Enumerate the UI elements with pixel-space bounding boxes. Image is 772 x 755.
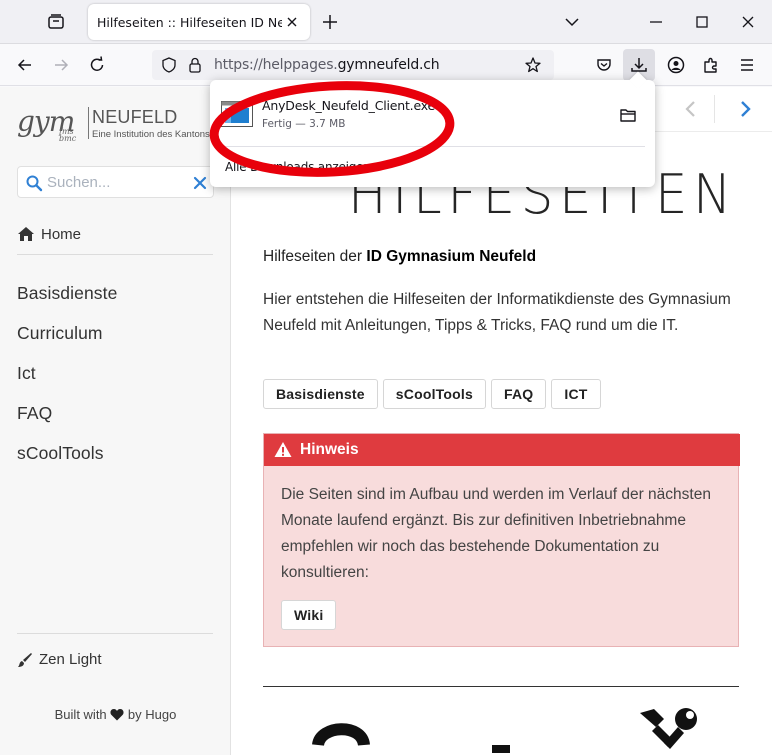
plus-icon[interactable] xyxy=(320,12,340,32)
basisdienste-button[interactable]: Basisdienste xyxy=(263,379,378,409)
built-prefix: Built with xyxy=(54,707,107,722)
tab-list-button[interactable] xyxy=(44,10,68,34)
panel-divider xyxy=(220,146,645,147)
window-close-icon[interactable] xyxy=(738,12,758,32)
sidebar-item-curriculum[interactable]: Curriculum xyxy=(17,322,117,362)
url-domain: gymneufeld.ch xyxy=(337,57,440,73)
minimize-icon[interactable] xyxy=(646,12,666,32)
shield-icon[interactable] xyxy=(160,56,178,74)
heart-icon xyxy=(110,709,124,721)
downloads-panel: AnyDesk_Neufeld_Client.exe Fertig — 3.7 … xyxy=(210,71,655,187)
ict-button[interactable]: ICT xyxy=(551,379,601,409)
tab-title: Hilfeseiten :: Hilfeseiten ID Neufeld xyxy=(97,15,282,30)
wiki-button[interactable]: Wiki xyxy=(281,600,337,630)
close-icon[interactable] xyxy=(284,14,300,30)
web-page: gym fms bmc NEUFELD Eine Institution des … xyxy=(0,87,772,755)
intro-prefix: Hilfeseiten der xyxy=(263,248,363,265)
quick-links: Basisdienste sCoolTools FAQ ICT xyxy=(263,379,601,409)
back-icon[interactable] xyxy=(15,55,35,75)
intro-text: Hilfeseiten der ID Gymnasium Neufeld xyxy=(263,248,536,266)
executable-file-icon xyxy=(221,101,253,127)
tools-icon xyxy=(640,708,697,749)
logo-name: NEUFELD xyxy=(92,107,178,127)
url-prefix: https://helppages. xyxy=(214,57,338,73)
account-icon[interactable] xyxy=(666,55,686,75)
description: Hier entstehen die Hilfeseiten der Infor… xyxy=(263,291,731,334)
paintbrush-icon xyxy=(18,652,32,667)
show-all-downloads[interactable]: Alle Downloads anzeigen xyxy=(225,160,371,174)
search-icon xyxy=(26,175,43,192)
search-box xyxy=(17,166,214,198)
built-suffix: by Hugo xyxy=(127,707,177,722)
forward-icon[interactable] xyxy=(51,55,71,75)
sidebar-item-scooltools[interactable]: sCoolTools xyxy=(17,442,117,482)
reload-icon[interactable] xyxy=(87,55,107,75)
theme-switch[interactable]: Zen Light xyxy=(17,651,102,668)
pager-divider xyxy=(714,95,715,123)
chevron-left-icon[interactable] xyxy=(680,98,702,120)
folder-icon[interactable] xyxy=(619,106,637,124)
download-status: Fertig — 3.7 MB xyxy=(262,118,346,130)
chevron-down-icon[interactable] xyxy=(562,12,582,32)
sidebar: gym fms bmc NEUFELD Eine Institution des … xyxy=(0,87,232,755)
clear-icon[interactable] xyxy=(193,176,207,190)
faq-button[interactable]: FAQ xyxy=(490,379,547,409)
pocket-icon[interactable] xyxy=(594,55,614,75)
sidebar-divider xyxy=(17,254,213,255)
scooltools-button[interactable]: sCoolTools xyxy=(382,379,486,409)
star-icon[interactable] xyxy=(524,56,542,74)
theme-label: Zen Light xyxy=(39,651,102,668)
logo-divider xyxy=(88,107,89,139)
sidebar-item-ict[interactable]: Ict xyxy=(17,362,117,402)
notice-box: Hinweis Die Seiten sind im Aufbau und we… xyxy=(263,433,740,647)
search-input[interactable] xyxy=(47,171,187,193)
home-icon xyxy=(18,227,34,241)
url-bar[interactable]: https://helppages.gymneufeld.ch xyxy=(152,50,554,80)
sidebar-menu: Basisdienste Curriculum Ict FAQ sCoolToo… xyxy=(17,282,117,482)
sidebar-item-basisdienste[interactable]: Basisdienste xyxy=(17,282,117,322)
menu-icon[interactable] xyxy=(737,55,757,75)
extensions-icon[interactable] xyxy=(701,55,721,75)
sidebar-divider xyxy=(17,633,213,634)
download-filename: AnyDesk_Neufeld_Client.exe xyxy=(262,98,436,113)
chevron-right-icon[interactable] xyxy=(734,98,756,120)
built-with: Built with by Hugo xyxy=(0,707,231,722)
intro-bold: ID Gymnasium Neufeld xyxy=(366,248,537,265)
dot-icon xyxy=(492,745,510,753)
maximize-icon[interactable] xyxy=(692,12,712,32)
warning-icon xyxy=(274,442,292,457)
sidebar-item-faq[interactable]: FAQ xyxy=(17,402,117,442)
download-item[interactable]: AnyDesk_Neufeld_Client.exe Fertig — 3.7 … xyxy=(216,90,649,140)
question-icon xyxy=(312,723,370,747)
sidebar-item-home[interactable]: Home xyxy=(17,223,81,245)
notice-header: Hinweis xyxy=(264,434,740,466)
content-divider xyxy=(263,686,739,687)
section-icons xyxy=(232,707,772,755)
tab-list-icon xyxy=(48,14,64,29)
logo-fms: fms bmc xyxy=(59,127,77,143)
url-text: https://helppages.gymneufeld.ch xyxy=(214,57,440,73)
browser-tab[interactable]: Hilfeseiten :: Hilfeseiten ID Neufeld xyxy=(88,4,310,40)
notice-text: Die Seiten sind im Aufbau und werden im … xyxy=(281,486,711,581)
lock-icon[interactable] xyxy=(186,56,204,74)
notice-title: Hinweis xyxy=(300,441,359,458)
home-label: Home xyxy=(41,225,82,243)
school-logo[interactable]: gym fms bmc NEUFELD Eine Institution des … xyxy=(17,105,232,145)
tab-bar: Hilfeseiten :: Hilfeseiten ID Neufeld xyxy=(0,0,772,44)
